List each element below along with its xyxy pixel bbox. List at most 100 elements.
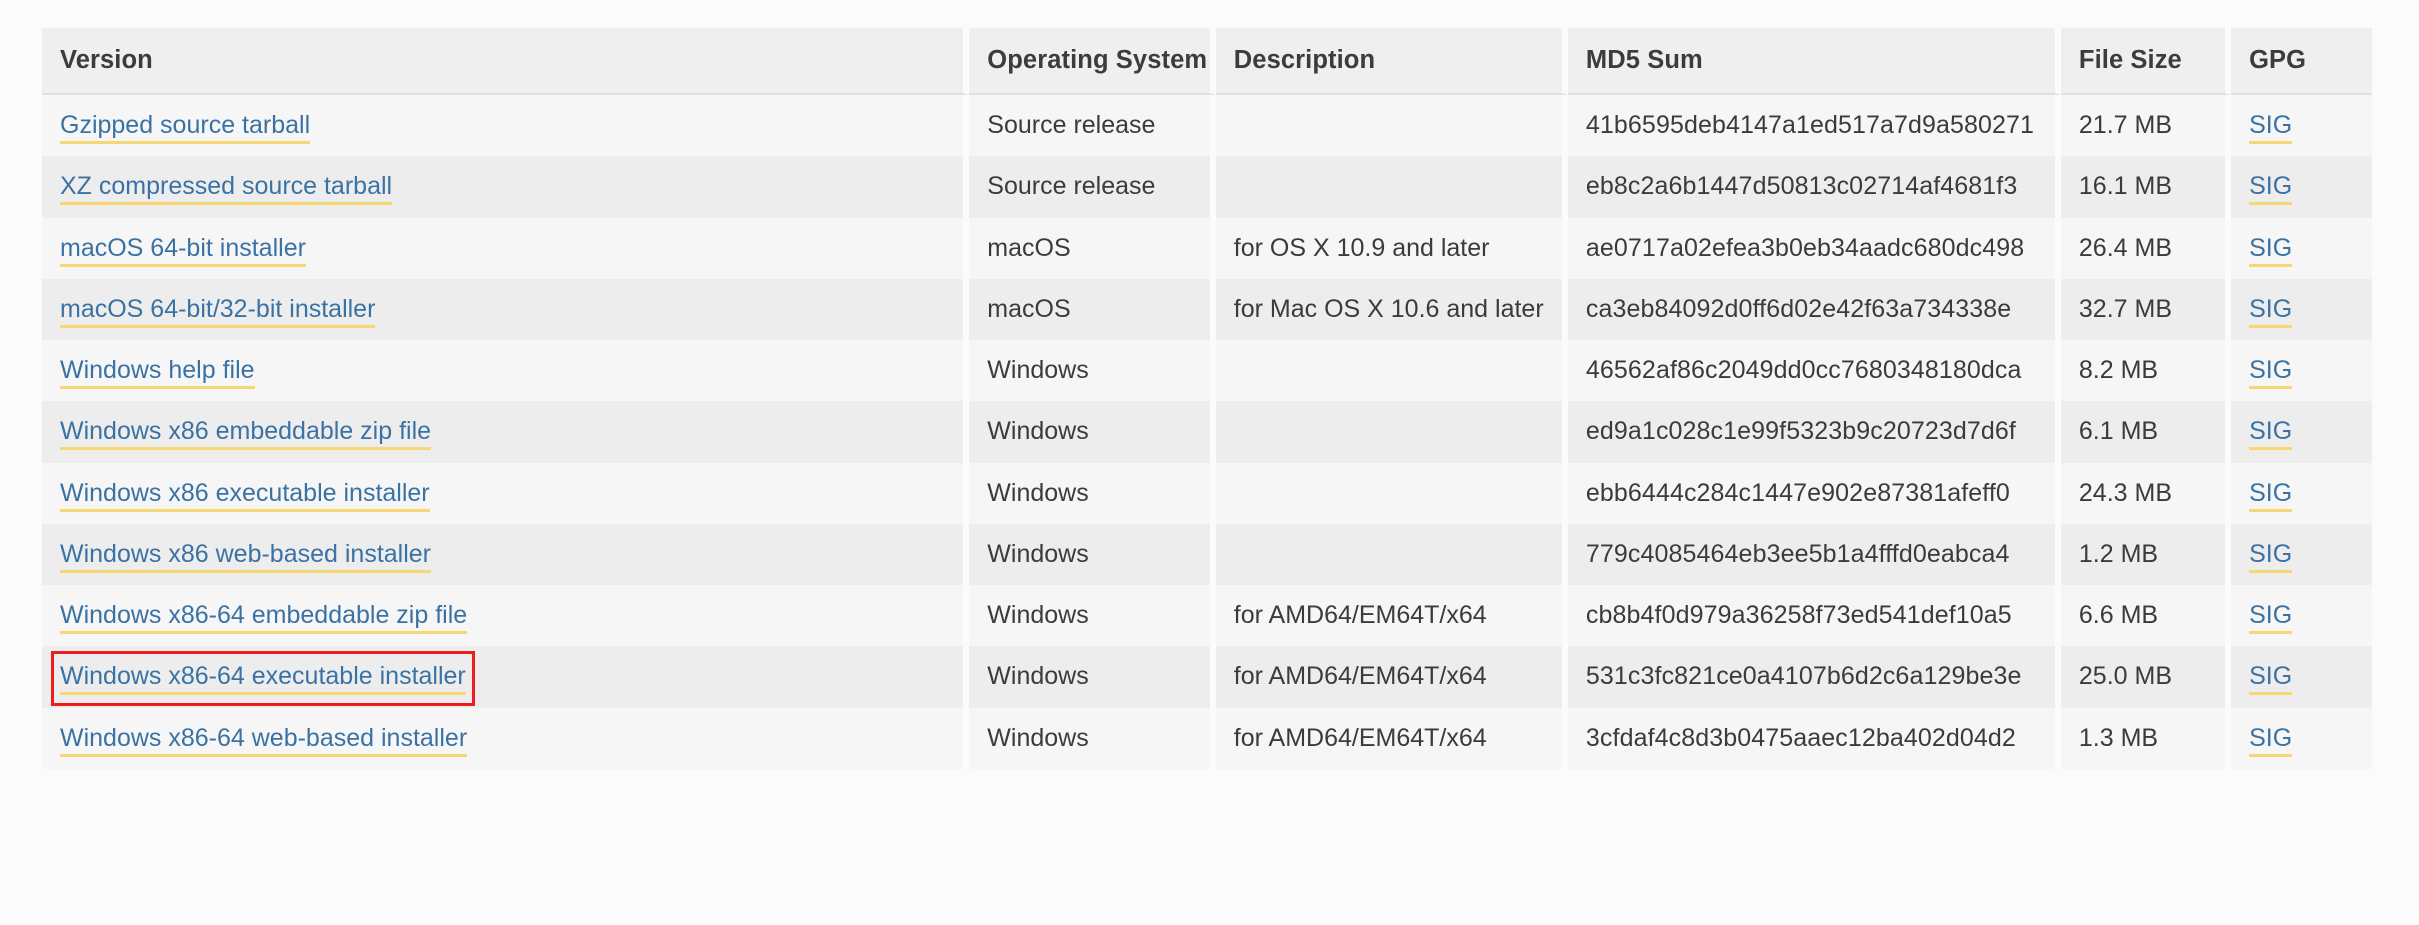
cell-file-size: 26.4 MB [2060, 217, 2232, 279]
table-row: macOS 64-bit/32-bit installer macOS for Ma… [42, 278, 2372, 340]
cell-operating-system: Source release [969, 95, 1216, 157]
sig-link[interactable]: SIG [2249, 478, 2293, 512]
cell-gpg: SIG [2231, 523, 2372, 585]
table-row: Windows x86 web-based installer Windows 77… [42, 523, 2372, 585]
sig-link[interactable]: SIG [2249, 172, 2293, 206]
sig-link[interactable]: SIG [2249, 111, 2293, 144]
table-row: Windows help file Windows 46562af86c2049dd… [42, 340, 2372, 402]
cell-description [1215, 401, 1568, 463]
sig-link[interactable]: SIG [2249, 294, 2293, 328]
cell-operating-system: Windows [969, 340, 1216, 402]
column-header-gpg[interactable]: GPG [2231, 28, 2372, 95]
cell-version: Windows help file [42, 340, 970, 402]
cell-description [1215, 156, 1568, 218]
cell-file-size: 32.7 MB [2060, 278, 2232, 340]
table-row: Windows x86-64 executable installer Windo… [42, 646, 2372, 708]
cell-version: Windows x86 web-based installer [42, 523, 970, 585]
download-link[interactable]: Windows x86-64 executable installer [60, 662, 466, 696]
cell-operating-system: Windows [969, 401, 1216, 463]
cell-gpg: SIG [2231, 278, 2372, 340]
sig-link[interactable]: SIG [2249, 723, 2293, 757]
cell-description [1215, 523, 1568, 585]
table-row: Windows x86-64 web-based installer Window… [42, 707, 2372, 769]
table-row: Windows x86-64 embeddable zip file Window… [42, 585, 2372, 647]
cell-file-size: 6.6 MB [2060, 585, 2232, 647]
cell-operating-system: macOS [969, 278, 1216, 340]
cell-md5-sum: 3cfdaf4c8d3b0475aaec12ba402d04d2 [1567, 707, 2061, 769]
cell-gpg: SIG [2231, 340, 2372, 402]
cell-md5-sum: ebb6444c284c1447e902e87381afeff0 [1567, 462, 2061, 524]
cell-file-size: 21.7 MB [2060, 95, 2232, 157]
downloads-page: Version Operating System Description MD5… [0, 0, 2419, 925]
table-row: Windows x86 embeddable zip file Windows ed… [42, 401, 2372, 463]
table-row: Windows x86 executable installer Windows e… [42, 462, 2372, 524]
cell-operating-system: Windows [969, 646, 1216, 708]
download-link[interactable]: Windows x86 embeddable zip file [60, 417, 432, 451]
column-header-os[interactable]: Operating System [969, 28, 1216, 95]
cell-description [1215, 340, 1568, 402]
cell-gpg: SIG [2231, 462, 2372, 524]
cell-md5-sum: ae0717a02efea3b0eb34aadc680dc498 [1567, 217, 2061, 279]
sig-link[interactable]: SIG [2249, 233, 2293, 267]
cell-description: for AMD64/EM64T/x64 [1215, 707, 1568, 769]
cell-description: for OS X 10.9 and later [1215, 217, 1568, 279]
cell-operating-system: Windows [969, 707, 1216, 769]
cell-version: Gzipped source tarball [42, 95, 970, 157]
column-header-version[interactable]: Version [42, 28, 970, 95]
cell-file-size: 24.3 MB [2060, 462, 2232, 524]
download-link[interactable]: XZ compressed source tarball [60, 172, 393, 206]
download-link[interactable]: macOS 64-bit/32-bit installer [60, 294, 376, 328]
cell-gpg: SIG [2231, 217, 2372, 279]
download-link[interactable]: Windows x86 web-based installer [60, 539, 432, 573]
python-downloads-table: Version Operating System Description MD5… [42, 28, 2372, 769]
cell-description [1215, 95, 1568, 157]
cell-md5-sum: 46562af86c2049dd0cc7680348180dca [1567, 340, 2061, 402]
cell-file-size: 25.0 MB [2060, 646, 2232, 708]
cell-file-size: 1.3 MB [2060, 707, 2232, 769]
column-header-md5[interactable]: MD5 Sum [1567, 28, 2061, 95]
sig-link[interactable]: SIG [2249, 417, 2293, 451]
download-link[interactable]: Windows x86 executable installer [60, 478, 430, 512]
cell-version: macOS 64-bit/32-bit installer [42, 278, 970, 340]
table-row: XZ compressed source tarball Source relea… [42, 156, 2372, 218]
download-link[interactable]: Windows x86-64 embeddable zip file [60, 601, 468, 634]
sig-link[interactable]: SIG [2249, 662, 2293, 696]
table-header-row: Version Operating System Description MD5… [42, 28, 2372, 95]
download-link[interactable]: Windows x86-64 web-based installer [60, 723, 468, 757]
cell-version: Windows x86 executable installer [42, 462, 970, 524]
cell-md5-sum: 779c4085464eb3ee5b1a4fffd0eabca4 [1567, 523, 2061, 585]
cell-version: XZ compressed source tarball [42, 156, 970, 218]
cell-gpg: SIG [2231, 585, 2372, 647]
download-link[interactable]: macOS 64-bit installer [60, 233, 306, 267]
cell-version: macOS 64-bit installer [42, 217, 970, 279]
cell-md5-sum: ed9a1c028c1e99f5323b9c20723d7d6f [1567, 401, 2061, 463]
column-header-size[interactable]: File Size [2060, 28, 2232, 95]
cell-description: for Mac OS X 10.6 and later [1215, 278, 1568, 340]
sig-link[interactable]: SIG [2249, 601, 2293, 634]
downloads-table-container: Version Operating System Description MD5… [42, 28, 2372, 769]
sig-link[interactable]: SIG [2249, 539, 2293, 573]
download-link[interactable]: Gzipped source tarball [60, 111, 311, 144]
sig-link[interactable]: SIG [2249, 356, 2293, 389]
cell-gpg: SIG [2231, 95, 2372, 157]
cell-file-size: 8.2 MB [2060, 340, 2232, 402]
download-link[interactable]: Windows help file [60, 356, 255, 389]
table-row: Gzipped source tarball Source release 41b6… [42, 95, 2372, 157]
cell-operating-system: Windows [969, 585, 1216, 647]
cell-description: for AMD64/EM64T/x64 [1215, 585, 1568, 647]
table-row: macOS 64-bit installer macOS for OS X 10.9… [42, 217, 2372, 279]
cell-version: Windows x86 embeddable zip file [42, 401, 970, 463]
cell-md5-sum: 41b6595deb4147a1ed517a7d9a580271 [1567, 95, 2061, 157]
cell-operating-system: Windows [969, 462, 1216, 524]
table-body: Gzipped source tarball Source release 41b6… [42, 95, 2372, 769]
cell-description: for AMD64/EM64T/x64 [1215, 646, 1568, 708]
cell-file-size: 1.2 MB [2060, 523, 2232, 585]
cell-operating-system: macOS [969, 217, 1216, 279]
cell-version: Windows x86-64 web-based installer [42, 707, 970, 769]
cell-operating-system: Windows [969, 523, 1216, 585]
table-header: Version Operating System Description MD5… [42, 28, 2372, 95]
cell-md5-sum: cb8b4f0d979a36258f73ed541def10a5 [1567, 585, 2061, 647]
column-header-description[interactable]: Description [1215, 28, 1568, 95]
cell-md5-sum: eb8c2a6b1447d50813c02714af4681f3 [1567, 156, 2061, 218]
cell-gpg: SIG [2231, 707, 2372, 769]
